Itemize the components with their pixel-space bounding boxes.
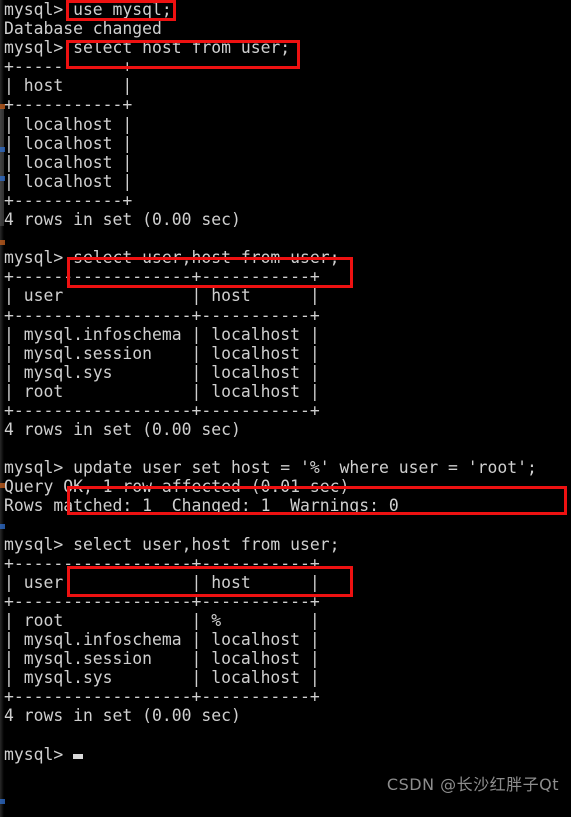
scrollbar-mark <box>0 147 5 152</box>
console-line: +-----------+ <box>4 190 133 210</box>
console-line: | mysql.sys | localhost | <box>4 362 320 382</box>
console-line: +------------------+-----------+ <box>4 591 320 611</box>
console-line: mysql> select user,host from user; <box>4 248 340 268</box>
console-line: | user | host | <box>4 572 320 592</box>
console-line: +-----------+ <box>4 95 133 115</box>
console-line: 4 rows in set (0.00 sec) <box>4 210 241 230</box>
console-line: +-----------+ <box>4 57 133 77</box>
console-line: | user | host | <box>4 286 320 306</box>
console-line: | host | <box>4 76 133 96</box>
console-line: | mysql.infoschema | localhost | <box>4 324 320 344</box>
console-line: Rows matched: 1 Changed: 1 Warnings: 0 <box>4 496 399 516</box>
scrollbar-mark <box>0 104 5 109</box>
console-line: | localhost | <box>4 171 133 191</box>
terminal-window[interactable]: mysql> use mysql; Database changed mysql> … <box>0 0 571 817</box>
console-line: 4 rows in set (0.00 sec) <box>4 420 241 440</box>
console-line: Database changed <box>4 19 162 39</box>
scrollbar-mark <box>0 176 5 181</box>
scrollbar-mark <box>0 524 5 529</box>
console-line: | mysql.sys | localhost | <box>4 668 320 688</box>
console-line: mysql> <box>4 745 571 764</box>
console-line: | localhost | <box>4 114 133 134</box>
console-line: Query OK, 1 row affected (0.01 sec) <box>4 477 350 497</box>
scrollbar-mark <box>0 483 5 488</box>
console-line: mysql> select user,host from user; <box>4 534 340 554</box>
console-line: +------------------+-----------+ <box>4 553 320 573</box>
console-line: +------------------+-----------+ <box>4 305 320 325</box>
scrollbar-mark <box>0 799 5 804</box>
console-line: +------------------+-----------+ <box>4 687 320 707</box>
csdn-watermark: CSDN @长沙红胖子Qt <box>386 775 559 794</box>
console-line: | mysql.session | localhost | <box>4 649 320 669</box>
console-line: | root | % | <box>4 611 320 630</box>
console-line: +------------------+-----------+ <box>4 400 320 420</box>
console-line: 4 rows in set (0.00 sec) <box>4 706 241 726</box>
console-line: mysql> select host from user; <box>4 38 291 58</box>
scrollbar-mark <box>0 240 5 245</box>
console-line: | root | localhost | <box>4 381 320 401</box>
console-line: | localhost | <box>4 152 133 172</box>
console-line: mysql> update user set host = '%' where … <box>4 458 537 478</box>
console-output[interactable]: mysql> use mysql; Database changed mysql> … <box>4 0 571 764</box>
console-line: | localhost | <box>4 133 133 153</box>
scrollbar-thumb[interactable] <box>0 108 4 226</box>
console-line: +------------------+-----------+ <box>4 267 320 287</box>
console-line: | mysql.infoschema | localhost | <box>4 630 320 650</box>
text-cursor <box>73 753 84 759</box>
console-line: | mysql.session | localhost | <box>4 343 320 363</box>
console-line: mysql> use mysql; <box>4 0 172 19</box>
